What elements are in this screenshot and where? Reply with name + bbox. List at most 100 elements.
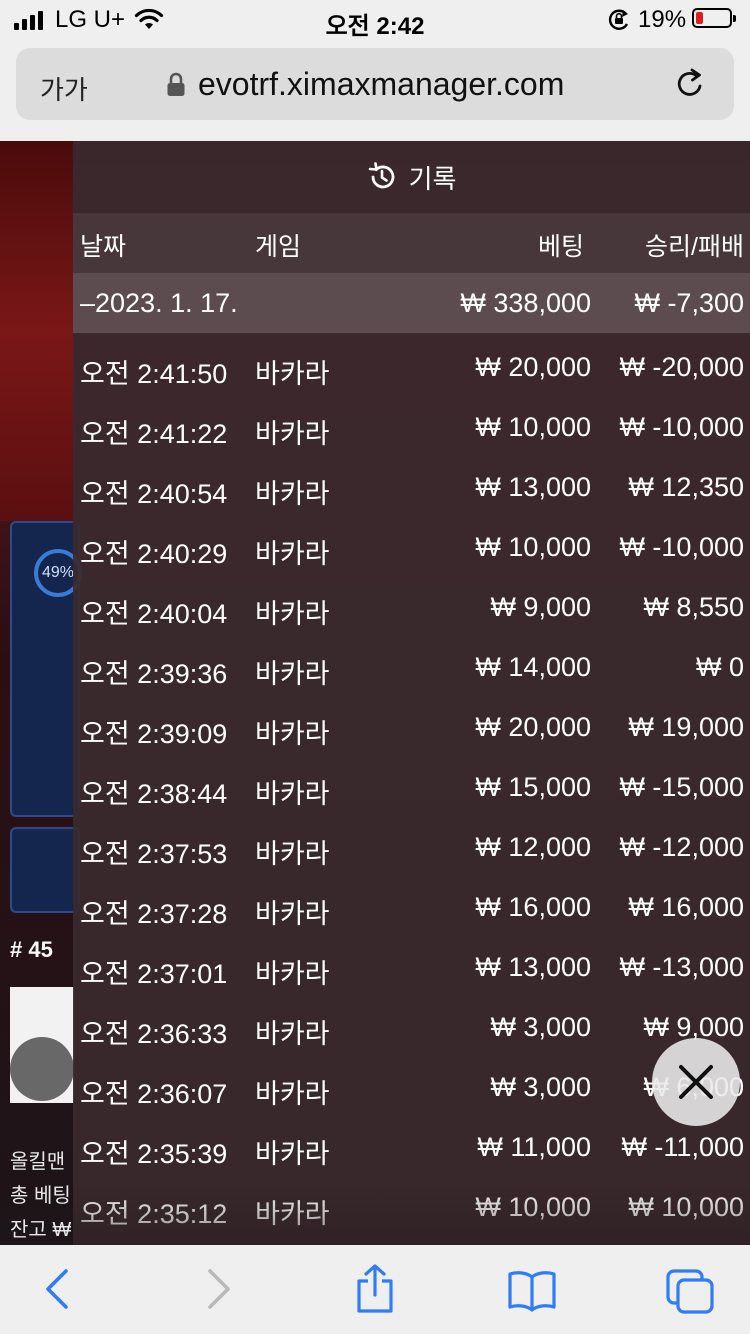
- record-bet: ₩ 13,000: [475, 952, 591, 982]
- record-time: 오전 2:39:09: [80, 719, 228, 749]
- record-game: 바카라: [255, 539, 330, 569]
- record-win-loss: ₩ 0: [695, 652, 744, 682]
- chevron-left-icon[interactable]: [40, 1267, 76, 1311]
- record-row[interactable]: 오전 2:37:01 바카라 ₩ 13,000 ₩ -13,000: [73, 939, 750, 999]
- date-group-date: –2023. 1. 17.: [80, 288, 238, 318]
- record-win-loss: ₩ 19,000: [628, 712, 744, 742]
- record-game: 바카라: [255, 1079, 330, 1109]
- record-game: 바카라: [255, 1139, 330, 1169]
- record-game: 바카라: [255, 839, 330, 869]
- record-win-loss: ₩ -10,000: [619, 532, 744, 562]
- date-group-total-bet: ₩ 338,000: [460, 288, 591, 318]
- record-time: 오전 2:35:39: [80, 1139, 228, 1169]
- rotation-lock-icon: [608, 9, 629, 30]
- record-bet: ₩ 10,000: [475, 412, 591, 442]
- col-header-bet: 베팅: [537, 233, 584, 261]
- record-time: 오전 2:41:22: [80, 419, 228, 449]
- list-bottom-fade: [73, 1181, 750, 1245]
- record-row[interactable]: 오전 2:38:44 바카라 ₩ 15,000 ₩ -15,000: [73, 759, 750, 819]
- game-info-line: 잔고 ₩: [10, 1219, 72, 1241]
- record-game: 바카라: [255, 779, 330, 809]
- game-info-line: 총 베팅: [10, 1185, 71, 1207]
- record-time: 오전 2:36:07: [80, 1079, 228, 1109]
- close-icon: [679, 1065, 713, 1099]
- record-bet: ₩ 13,000: [475, 472, 591, 502]
- record-bet: ₩ 20,000: [475, 352, 591, 382]
- col-header-date: 날짜: [80, 233, 127, 261]
- chip-menu-button[interactable]: [10, 1037, 74, 1101]
- record-row[interactable]: 오전 2:39:36 바카라 ₩ 14,000 ₩ 0: [73, 639, 750, 699]
- dealer-table-backdrop: [0, 141, 75, 521]
- chevron-right-icon[interactable]: [200, 1267, 236, 1311]
- record-win-loss: ₩ -10,000: [619, 412, 744, 442]
- records-panel: 기록 날짜 게임 베팅 승리/패배 –2023. 1. 17. ₩ 338,00…: [73, 141, 750, 1245]
- record-bet: ₩ 14,000: [475, 652, 591, 682]
- record-game: 바카라: [255, 419, 330, 449]
- date-group-row[interactable]: –2023. 1. 17. ₩ 338,000 ₩ -7,300: [73, 273, 750, 333]
- share-icon[interactable]: [354, 1263, 396, 1315]
- record-bet: ₩ 20,000: [475, 712, 591, 742]
- record-row[interactable]: 오전 2:39:09 바카라 ₩ 20,000 ₩ 19,000: [73, 699, 750, 759]
- record-row[interactable]: 오전 2:36:33 바카라 ₩ 3,000 ₩ 9,000: [73, 999, 750, 1059]
- record-win-loss: ₩ -11,000: [621, 1132, 744, 1162]
- battery-icon: [692, 8, 736, 28]
- url-text[interactable]: evotrf.ximaxmanager.com: [198, 66, 564, 103]
- record-row[interactable]: 오전 2:36:07바카라₩ 3,000₩ 6,000: [73, 1059, 750, 1119]
- record-row[interactable]: 오전 2:41:50 바카라 ₩ 20,000 ₩ -20,000: [73, 339, 750, 399]
- game-info-line: 올킬맨: [10, 1151, 66, 1173]
- record-game: 바카라: [255, 479, 330, 509]
- record-time: 오전 2:37:53: [80, 839, 228, 869]
- record-row[interactable]: 오전 2:37:53 바카라 ₩ 12,000 ₩ -12,000: [73, 819, 750, 879]
- bet-progress-panel: 49%: [10, 521, 82, 817]
- close-button[interactable]: [652, 1038, 740, 1126]
- records-table-header: 날짜 게임 베팅 승리/패배: [73, 213, 750, 273]
- record-row[interactable]: 오전 2:40:54 바카라 ₩ 13,000 ₩ 12,350: [73, 459, 750, 519]
- record-row[interactable]: 오전 2:35:39 바카라 ₩ 11,000 ₩ -11,000: [73, 1119, 750, 1179]
- col-header-win-loss: 승리/패배: [645, 233, 744, 261]
- status-bar: LG U+ 오전 2:42 19%: [0, 0, 750, 40]
- record-bet: ₩ 3,000: [490, 1072, 591, 1102]
- record-bet: ₩ 15,000: [475, 772, 591, 802]
- record-win-loss: ₩ 8,550: [643, 592, 744, 622]
- record-game: 바카라: [255, 959, 330, 989]
- records-title-text: 기록: [408, 163, 457, 194]
- record-win-loss: ₩ -15,000: [619, 772, 744, 802]
- browser-toolbar: [0, 1245, 750, 1334]
- reload-icon[interactable]: [672, 66, 708, 102]
- lock-icon: [167, 72, 185, 96]
- record-time: 오전 2:39:36: [80, 659, 228, 689]
- record-game: 바카라: [255, 599, 330, 629]
- record-bet: ₩ 10,000: [475, 532, 591, 562]
- record-bet: ₩ 9,000: [490, 592, 591, 622]
- record-win-loss: ₩ -12,000: [619, 832, 744, 862]
- record-bet: ₩ 11,000: [477, 1132, 591, 1162]
- record-bet: ₩ 12,000: [475, 832, 591, 862]
- address-bar[interactable]: 가가 evotrf.ximaxmanager.com: [16, 48, 734, 120]
- text-size-button[interactable]: 가가: [40, 70, 88, 107]
- record-win-loss: ₩ 16,000: [628, 892, 744, 922]
- record-row[interactable]: 오전 2:37:28 바카라 ₩ 16,000 ₩ 16,000: [73, 879, 750, 939]
- game-side-panel: [10, 827, 80, 913]
- date-group-total-win-loss: ₩ -7,300: [634, 288, 744, 318]
- book-icon[interactable]: [506, 1269, 558, 1313]
- record-row[interactable]: 오전 2:41:22 바카라 ₩ 10,000 ₩ -10,000: [73, 399, 750, 459]
- browser-address-area: 가가 evotrf.ximaxmanager.com: [0, 40, 750, 141]
- records-title: 기록: [73, 141, 750, 213]
- record-time: 오전 2:40:29: [80, 539, 228, 569]
- record-game: 바카라: [255, 719, 330, 749]
- record-bet: ₩ 3,000: [490, 1012, 591, 1042]
- record-time: 오전 2:36:33: [80, 1019, 228, 1049]
- record-game: 바카라: [255, 659, 330, 689]
- history-icon: [368, 162, 394, 189]
- record-game: 바카라: [255, 1019, 330, 1049]
- tabs-icon[interactable]: [664, 1267, 716, 1315]
- record-time: 오전 2:40:04: [80, 599, 228, 629]
- record-game: 바카라: [255, 899, 330, 929]
- battery-percent: 19%: [638, 6, 687, 33]
- record-time: 오전 2:38:44: [80, 779, 228, 809]
- record-bet: ₩ 16,000: [475, 892, 591, 922]
- record-row[interactable]: 오전 2:40:04 바카라 ₩ 9,000 ₩ 8,550: [73, 579, 750, 639]
- record-win-loss: ₩ -20,000: [619, 352, 744, 382]
- record-time: 오전 2:37:01: [80, 959, 228, 989]
- record-row[interactable]: 오전 2:40:29 바카라 ₩ 10,000 ₩ -10,000: [73, 519, 750, 579]
